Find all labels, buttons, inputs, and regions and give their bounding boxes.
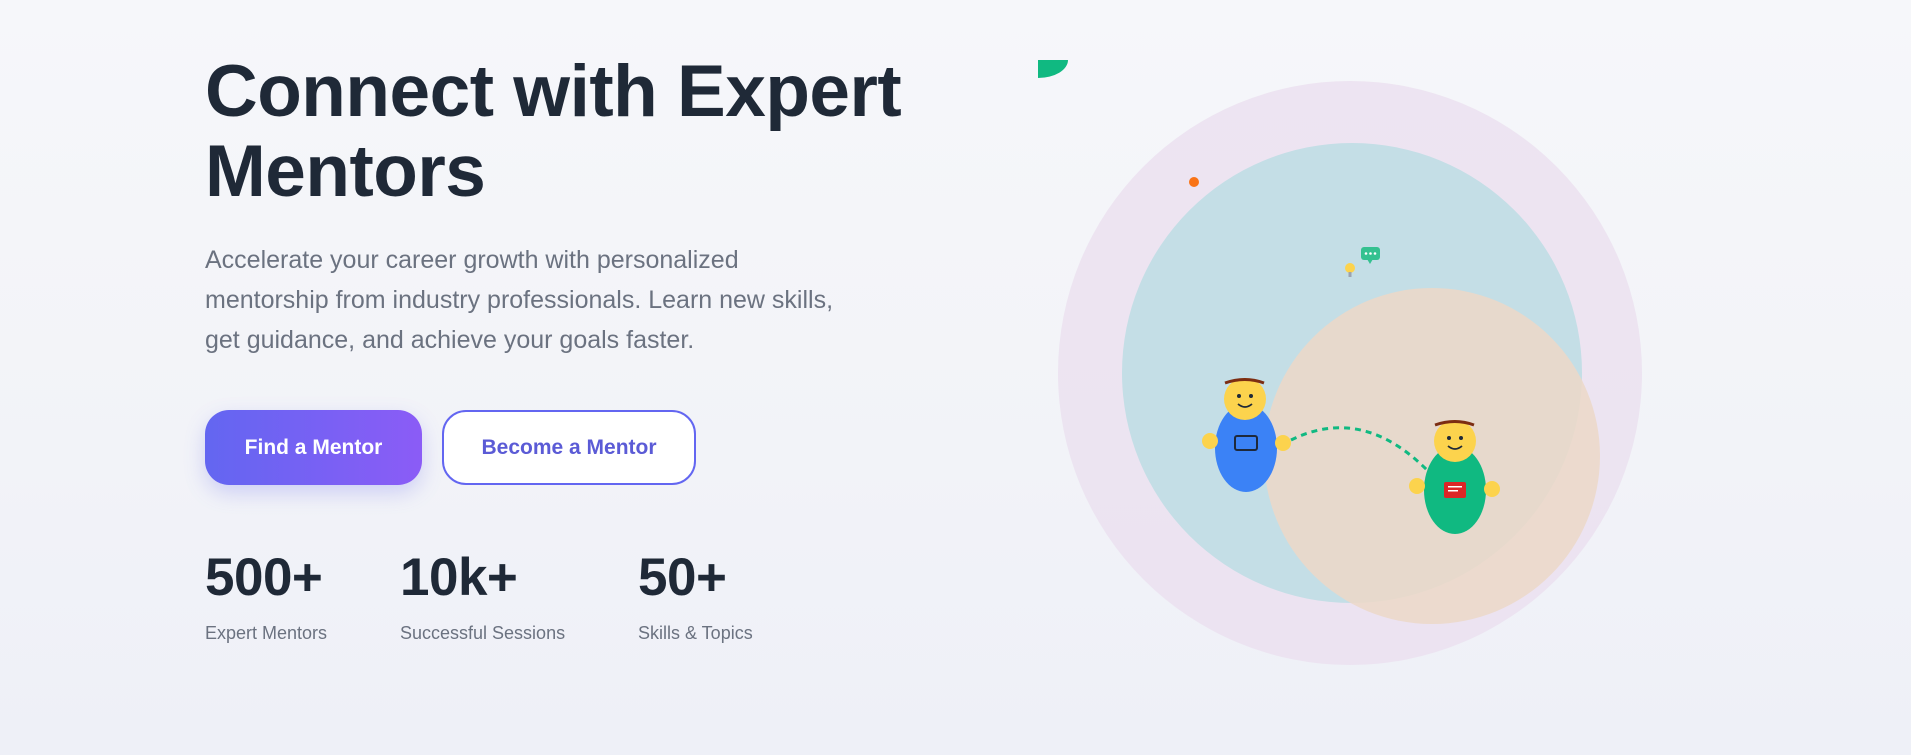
mentorship-illustration bbox=[1038, 60, 1642, 665]
hero-section: Connect with Expert Mentors Accelerate y… bbox=[0, 0, 1911, 755]
become-mentor-button[interactable]: Become a Mentor bbox=[442, 410, 696, 485]
stat-value: 500+ bbox=[205, 548, 323, 607]
hero-subtitle: Accelerate your career growth with perso… bbox=[205, 246, 834, 354]
book-icon bbox=[1444, 482, 1466, 498]
stat-label: Successful Sessions bbox=[400, 623, 566, 643]
peach-circle bbox=[1264, 288, 1600, 624]
stat-label: Skills & Topics bbox=[638, 623, 753, 643]
stat-expert-mentors: 500+ Expert Mentors bbox=[205, 548, 327, 644]
stat-skills-topics: 50+ Skills & Topics bbox=[638, 548, 753, 644]
orange-dot bbox=[1189, 177, 1199, 187]
stat-value: 50+ bbox=[638, 548, 727, 607]
stat-label: Expert Mentors bbox=[205, 623, 328, 643]
stat-value: 10k+ bbox=[400, 548, 518, 607]
decorative-shape bbox=[1038, 60, 1068, 78]
hero-title: Connect with Expert Mentors bbox=[205, 51, 902, 212]
find-mentor-button[interactable]: Find a Mentor bbox=[205, 410, 422, 485]
stat-successful-sessions: 10k+ Successful Sessions bbox=[400, 548, 565, 644]
